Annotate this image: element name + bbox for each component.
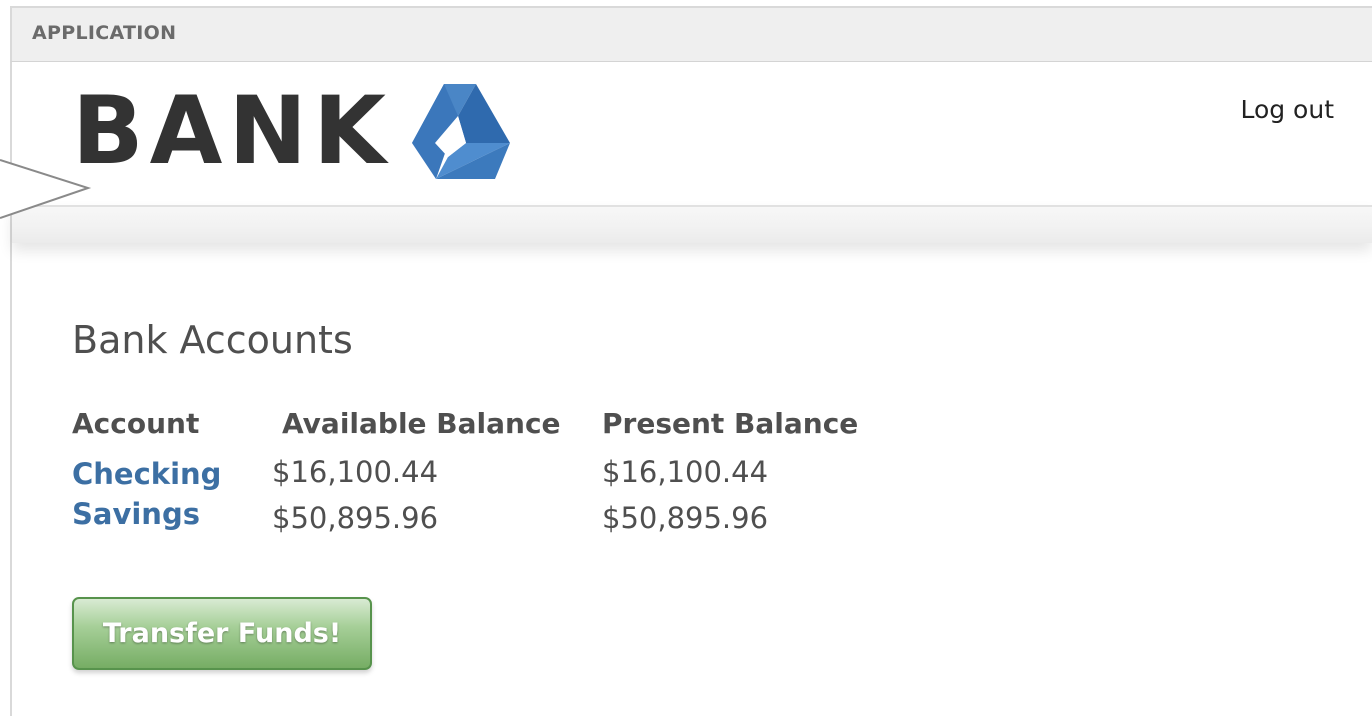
logo-text: BANK (72, 77, 392, 186)
app-bar: APPLICATION (10, 6, 1372, 62)
column-header-account: Account (72, 407, 200, 440)
bank-logo: BANK (72, 82, 512, 182)
savings-available-balance: $50,895.96 (272, 501, 439, 535)
triangle-logo-icon (411, 84, 510, 179)
logout-link[interactable]: Log out (1240, 95, 1334, 124)
column-header-available-balance: Available Balance (282, 407, 561, 440)
checking-available-balance: $16,100.44 (272, 455, 439, 489)
savings-present-balance: $50,895.96 (602, 501, 769, 535)
header-band (12, 205, 1372, 243)
account-link-savings[interactable]: Savings (72, 497, 200, 531)
checking-present-balance: $16,100.44 (602, 455, 769, 489)
app-bar-label: APPLICATION (32, 22, 177, 44)
column-header-present-balance: Present Balance (602, 407, 859, 440)
account-link-checking[interactable]: Checking (72, 457, 221, 491)
transfer-funds-button[interactable]: Transfer Funds! (72, 597, 372, 670)
page-title: Bank Accounts (72, 318, 353, 362)
